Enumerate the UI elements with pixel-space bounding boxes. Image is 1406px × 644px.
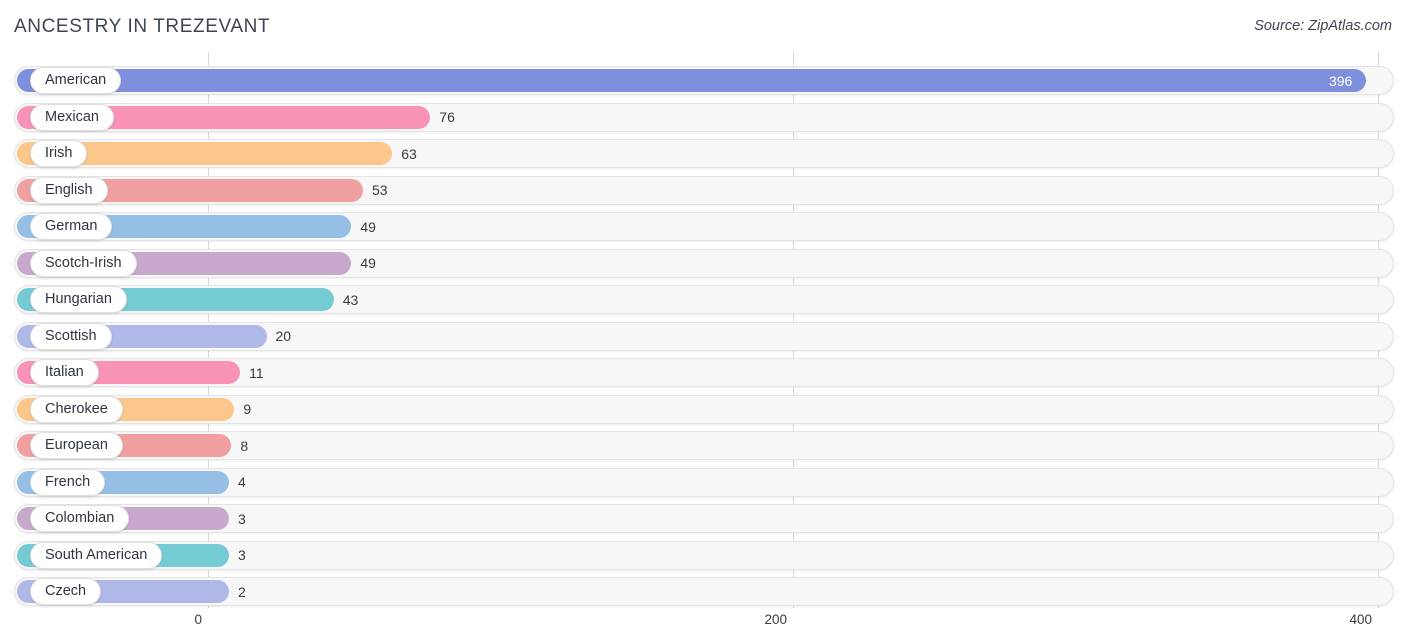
category-label-pill: Cherokee [30, 395, 123, 423]
chart-container: ANCESTRY IN TREZEVANT Source: ZipAtlas.c… [0, 0, 1406, 644]
bar-row[interactable]: Mexican 76 [14, 102, 1394, 132]
x-axis-tick-200: 200 [764, 612, 787, 627]
category-label: French [45, 473, 91, 490]
category-label: German [45, 218, 98, 235]
category-label: Italian [45, 364, 84, 381]
value-label: 49 [360, 218, 376, 235]
value-label: 3 [238, 547, 246, 563]
value-label: 4 [238, 474, 246, 490]
plot-area: American 396 Mexican 76 Irish 63 English 53 Germ… [0, 52, 1406, 608]
category-label-pill: European [30, 432, 123, 459]
bar-row[interactable]: South American 3 [14, 540, 1394, 570]
bar-row[interactable]: French 4 [14, 467, 1394, 497]
source-attribution: Source: ZipAtlas.com [1254, 18, 1392, 34]
value-label: 63 [401, 145, 417, 162]
category-label-pill: Czech [30, 578, 102, 605]
x-axis: 0 200 400 [0, 608, 1406, 644]
category-label: Mexican [45, 108, 99, 125]
category-label-pill: Scottish [30, 322, 112, 350]
x-axis-tick-400: 400 [1349, 612, 1372, 627]
bar-row[interactable]: German 49 [14, 212, 1394, 241]
value-label: 8 [240, 437, 249, 454]
value-label: 53 [372, 182, 388, 198]
bar-row[interactable]: Irish 63 [14, 139, 1394, 168]
value-label: 2 [238, 583, 246, 600]
bar-row[interactable]: Hungarian 43 [14, 285, 1394, 314]
bar-row[interactable]: Czech 2 [14, 577, 1394, 606]
value-label: 396 [1328, 72, 1353, 89]
bar-row[interactable]: Colombian 3 [14, 504, 1394, 533]
chart-header: ANCESTRY IN TREZEVANT Source: ZipAtlas.c… [0, 0, 1406, 52]
value-label: 3 [238, 510, 246, 527]
category-label-pill: American [30, 67, 122, 94]
value-label: 20 [275, 328, 292, 344]
category-label-pill: Mexican [30, 103, 114, 131]
bar-row[interactable]: American 396 [14, 66, 1394, 95]
category-label: Irish [45, 145, 73, 162]
category-label-pill: Colombian [30, 505, 130, 532]
page-title: ANCESTRY IN TREZEVANT [14, 16, 271, 37]
value-label: 11 [249, 364, 264, 381]
bar-rows: American 396 Mexican 76 Irish 63 English 53 Germ… [0, 52, 1406, 608]
category-label-pill: Italian [30, 359, 99, 386]
category-label: American [45, 72, 107, 89]
category-label: Colombian [45, 510, 115, 527]
category-label: Czech [45, 583, 87, 600]
category-label-pill: Hungarian [30, 286, 127, 313]
x-axis-tick-0: 0 [194, 612, 202, 627]
category-label-pill: South American [30, 541, 163, 569]
value-label: 9 [243, 401, 252, 417]
value-label: 49 [360, 255, 376, 271]
bar-row[interactable]: English 53 [14, 175, 1394, 205]
value-bar[interactable] [17, 69, 1367, 92]
category-label: Cherokee [45, 400, 108, 417]
category-label-pill: German [30, 213, 113, 240]
category-label: Scottish [45, 327, 97, 344]
bar-row[interactable]: Scotch-Irish 49 [14, 248, 1394, 278]
category-label: English [45, 181, 93, 198]
category-label-pill: Irish [30, 140, 88, 167]
category-label: Hungarian [45, 291, 112, 308]
category-label-pill: French [30, 468, 106, 496]
value-label: 43 [342, 291, 359, 308]
bar-row[interactable]: Scottish 20 [14, 321, 1394, 351]
bar-row[interactable]: Italian 11 [14, 358, 1394, 387]
value-label: 76 [439, 109, 455, 125]
category-label-pill: Scotch-Irish [30, 249, 137, 277]
category-label: South American [45, 546, 148, 563]
bar-row[interactable]: Cherokee 9 [14, 394, 1394, 424]
category-label: European [45, 437, 108, 454]
category-label: Scotch-Irish [45, 254, 122, 271]
category-label-pill: English [30, 176, 108, 204]
bar-row[interactable]: European 8 [14, 431, 1394, 460]
